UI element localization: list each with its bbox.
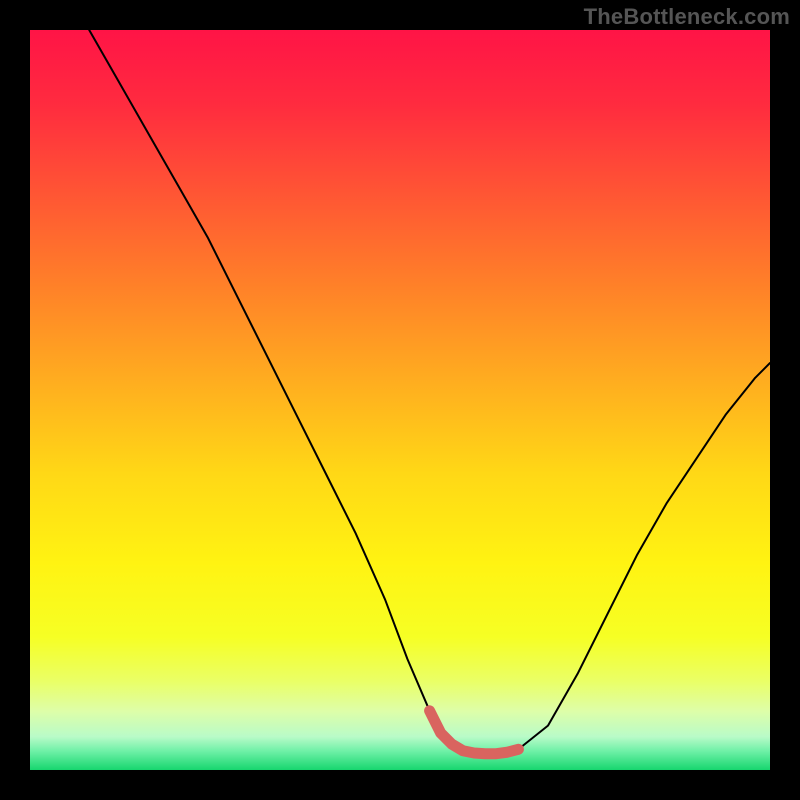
plot-svg bbox=[30, 30, 770, 770]
chart-frame: TheBottleneck.com bbox=[0, 0, 800, 800]
plot-area bbox=[30, 30, 770, 770]
watermark-text: TheBottleneck.com bbox=[584, 4, 790, 30]
gradient-background bbox=[30, 30, 770, 770]
